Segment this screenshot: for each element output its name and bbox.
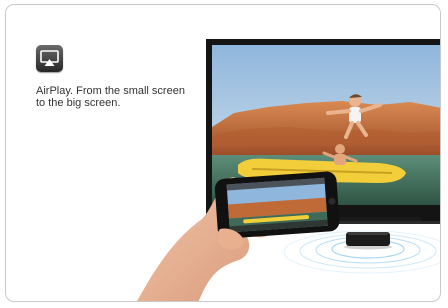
apple-tv-box bbox=[344, 232, 392, 250]
iphone bbox=[214, 171, 340, 239]
airplay-feature-card: AirPlay. From the small screen to the bi… bbox=[5, 4, 441, 302]
airplay-illustration bbox=[137, 39, 440, 301]
hand-holding-iphone bbox=[137, 171, 340, 301]
